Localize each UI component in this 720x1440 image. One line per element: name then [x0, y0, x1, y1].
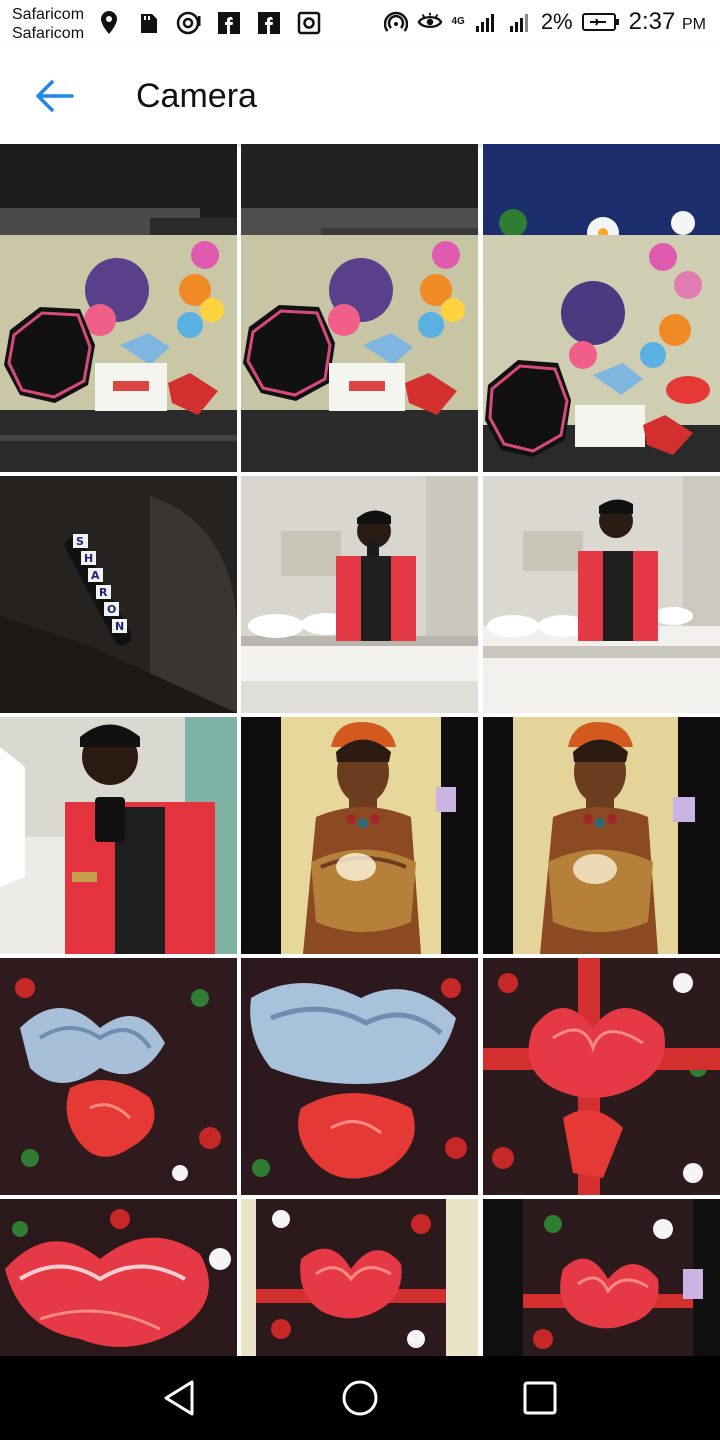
- photo-thumbnail[interactable]: SH ARO N: [0, 476, 237, 713]
- blue-ribbon-gift-photo: [0, 958, 237, 1195]
- photo-grid[interactable]: SH ARO N: [0, 144, 720, 1356]
- photo-thumbnail[interactable]: [0, 958, 237, 1195]
- battery-percent: 2%: [540, 9, 573, 34]
- mirror-selfie-washroom-photo: [241, 476, 478, 713]
- stones-sign-flowers-photo: [241, 235, 478, 472]
- notification-icons: [96, 10, 322, 36]
- photo-thumbnail[interactable]: [483, 717, 720, 954]
- photo-thumbnail[interactable]: [0, 1199, 237, 1356]
- status-bar: Safaricom Safaricom 4G 2% 2:37 PM: [0, 0, 720, 48]
- red-bow-gift-photo: [483, 1199, 720, 1356]
- photo-thumbnail[interactable]: [483, 235, 720, 472]
- signal-strength-icon-2: [507, 9, 533, 35]
- blue-ribbon-gift-photo: [241, 958, 478, 1195]
- instagram-icon: [296, 10, 322, 36]
- sd-card-icon: [136, 10, 162, 36]
- african-woman-portrait-photo: [483, 717, 720, 954]
- triangle-back-icon: [164, 1380, 194, 1416]
- african-woman-portrait-photo: [241, 717, 478, 954]
- carrier-line-1: Safaricom: [12, 6, 85, 23]
- nav-back-button[interactable]: [158, 1376, 202, 1420]
- photo-thumbnail[interactable]: [0, 717, 237, 954]
- stones-sign-flowers-photo: [483, 235, 720, 472]
- photo-thumbnail[interactable]: [483, 958, 720, 1195]
- facebook-icon: [256, 10, 282, 36]
- photo-thumbnail[interactable]: [241, 1199, 478, 1356]
- photo-thumbnail[interactable]: [483, 1199, 720, 1356]
- location-pin-icon: [96, 10, 122, 36]
- circle-home-icon: [342, 1380, 378, 1416]
- photo-thumbnail[interactable]: [0, 235, 237, 472]
- app-bar: Camera: [0, 48, 720, 144]
- mirror-selfie-washroom-photo: [483, 476, 720, 713]
- signal-strength-icon: [473, 9, 499, 35]
- network-4g-label: 4G: [451, 16, 465, 27]
- photo-thumbnail[interactable]: [241, 717, 478, 954]
- red-jacket-selfie-photo: [0, 717, 237, 954]
- carrier-label: Safaricom Safaricom: [12, 5, 84, 43]
- back-button[interactable]: [30, 76, 78, 116]
- nav-recents-button[interactable]: [518, 1376, 562, 1420]
- navigation-bar: [0, 1356, 720, 1440]
- clock-time: 2:37: [628, 8, 676, 35]
- clock: 2:37 PM: [629, 8, 706, 36]
- photo-thumbnail[interactable]: [241, 958, 478, 1195]
- arrow-left-icon: [36, 80, 74, 112]
- battery-charging-icon: [581, 9, 621, 35]
- photo-thumbnail[interactable]: [483, 476, 720, 713]
- page-title: Camera: [136, 77, 257, 115]
- hotspot-icon: [176, 10, 202, 36]
- system-indicators: 4G 2% 2:37 PM: [383, 8, 706, 36]
- red-bow-gift-photo: [483, 958, 720, 1195]
- stones-sign-flowers-photo: [0, 235, 237, 472]
- nfc-icon: [383, 9, 409, 35]
- carrier-line-2: Safaricom: [12, 25, 85, 42]
- red-bow-gift-photo: [241, 1199, 478, 1356]
- eye-comfort-icon: [417, 9, 443, 35]
- nav-home-button[interactable]: [338, 1376, 382, 1420]
- facebook-icon: [216, 10, 242, 36]
- sharon-bracelet-photo: SH ARO N: [0, 476, 237, 713]
- photo-thumbnail[interactable]: [241, 235, 478, 472]
- square-recents-icon: [523, 1381, 557, 1415]
- network-type-label: 4G: [451, 17, 464, 27]
- red-bow-gift-photo: [0, 1199, 237, 1356]
- photo-thumbnail[interactable]: [241, 476, 478, 713]
- clock-suffix: PM: [682, 16, 706, 33]
